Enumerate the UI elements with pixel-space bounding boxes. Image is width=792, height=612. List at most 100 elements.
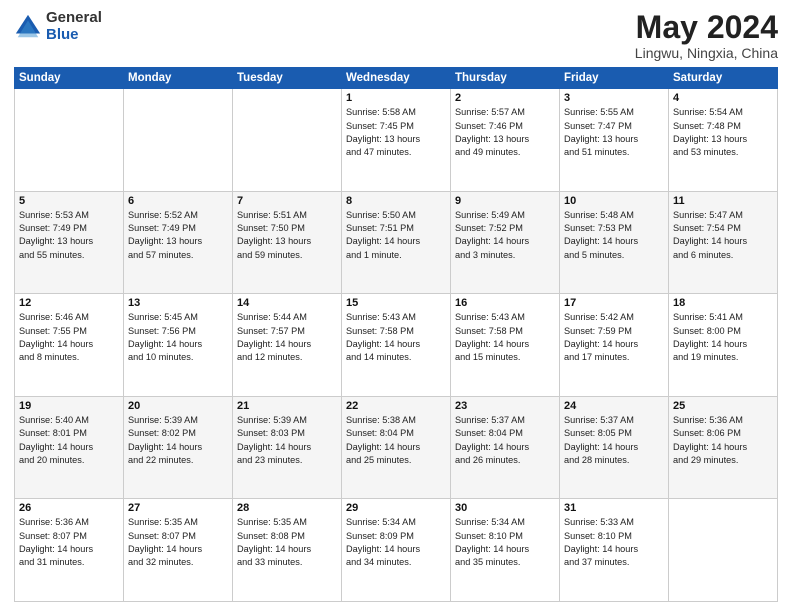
table-cell: 9Sunrise: 5:49 AM Sunset: 7:52 PM Daylig… [451,191,560,294]
day-number: 14 [237,297,337,309]
day-number: 7 [237,195,337,207]
table-cell [233,89,342,192]
logo-text: General Blue [46,10,102,43]
logo-icon [14,13,42,41]
table-cell: 5 Sunrise: 5:53 AM Sunset: 7:49 PM Daylig… [15,191,124,294]
col-thursday: Thursday [451,68,560,89]
day-number: 2 [455,92,555,104]
table-cell: 17 Sunrise: 5:42 AM Sunset: 7:59 PM Dayli… [560,294,669,397]
table-cell [124,89,233,192]
col-wednesday: Wednesday [342,68,451,89]
table-cell: 15Sunrise: 5:43 AM Sunset: 7:58 PM Dayli… [342,294,451,397]
day-number: 30 [455,502,555,514]
table-row: 5 Sunrise: 5:53 AM Sunset: 7:49 PM Daylig… [15,191,778,294]
day-info: Sunrise: 5:35 AM Sunset: 8:07 PM Dayligh… [128,516,228,569]
table-cell: 23 Sunrise: 5:37 AM Sunset: 8:04 PM Dayli… [451,396,560,499]
col-saturday: Saturday [669,68,778,89]
day-number: 21 [237,400,337,412]
day-info: Sunrise: 5:51 AM Sunset: 7:50 PM Dayligh… [237,209,337,262]
day-number: 31 [564,502,664,514]
day-info: Sunrise: 5:55 AM Sunset: 7:47 PM Dayligh… [564,106,664,159]
table-cell: 8 Sunrise: 5:50 AM Sunset: 7:51 PM Daylig… [342,191,451,294]
col-sunday: Sunday [15,68,124,89]
table-cell: 12 Sunrise: 5:46 AM Sunset: 7:55 PM Dayli… [15,294,124,397]
day-number: 17 [564,297,664,309]
day-info: Sunrise: 5:35 AM Sunset: 8:08 PM Dayligh… [237,516,337,569]
table-cell: 7 Sunrise: 5:51 AM Sunset: 7:50 PM Daylig… [233,191,342,294]
day-number: 5 [19,195,119,207]
day-number: 29 [346,502,446,514]
day-info: Sunrise: 5:36 AM Sunset: 8:06 PM Dayligh… [673,414,773,467]
day-number: 12 [19,297,119,309]
calendar-title: May 2024 [635,10,778,45]
day-info: Sunrise: 5:48 AM Sunset: 7:53 PM Dayligh… [564,209,664,262]
table-cell: 24 Sunrise: 5:37 AM Sunset: 8:05 PM Dayli… [560,396,669,499]
day-number: 1 [346,92,446,104]
day-info: Sunrise: 5:37 AM Sunset: 8:04 PM Dayligh… [455,414,555,467]
day-info: Sunrise: 5:34 AM Sunset: 8:09 PM Dayligh… [346,516,446,569]
col-monday: Monday [124,68,233,89]
title-block: May 2024 Lingwu, Ningxia, China [635,10,778,61]
day-info: Sunrise: 5:39 AM Sunset: 8:03 PM Dayligh… [237,414,337,467]
day-info: Sunrise: 5:50 AM Sunset: 7:51 PM Dayligh… [346,209,446,262]
day-info: Sunrise: 5:42 AM Sunset: 7:59 PM Dayligh… [564,311,664,364]
day-number: 18 [673,297,773,309]
day-info: Sunrise: 5:37 AM Sunset: 8:05 PM Dayligh… [564,414,664,467]
day-number: 23 [455,400,555,412]
table-cell: 2 Sunrise: 5:57 AM Sunset: 7:46 PM Daylig… [451,89,560,192]
table-cell: 21 Sunrise: 5:39 AM Sunset: 8:03 PM Dayli… [233,396,342,499]
table-cell: 25 Sunrise: 5:36 AM Sunset: 8:06 PM Dayli… [669,396,778,499]
day-number: 8 [346,195,446,207]
day-info: Sunrise: 5:54 AM Sunset: 7:48 PM Dayligh… [673,106,773,159]
day-number: 19 [19,400,119,412]
table-row: 1 Sunrise: 5:58 AM Sunset: 7:45 PM Daylig… [15,89,778,192]
day-info: Sunrise: 5:43 AM Sunset: 7:58 PM Dayligh… [455,311,555,364]
table-cell: 1 Sunrise: 5:58 AM Sunset: 7:45 PM Daylig… [342,89,451,192]
day-info: Sunrise: 5:33 AM Sunset: 8:10 PM Dayligh… [564,516,664,569]
day-info: Sunrise: 5:53 AM Sunset: 7:49 PM Dayligh… [19,209,119,262]
day-number: 26 [19,502,119,514]
day-number: 22 [346,400,446,412]
table-cell: 4Sunrise: 5:54 AM Sunset: 7:48 PM Daylig… [669,89,778,192]
day-info: Sunrise: 5:49 AM Sunset: 7:52 PM Dayligh… [455,209,555,262]
day-info: Sunrise: 5:58 AM Sunset: 7:45 PM Dayligh… [346,106,446,159]
day-info: Sunrise: 5:43 AM Sunset: 7:58 PM Dayligh… [346,311,446,364]
table-cell: 26 Sunrise: 5:36 AM Sunset: 8:07 PM Dayli… [15,499,124,602]
day-info: Sunrise: 5:57 AM Sunset: 7:46 PM Dayligh… [455,106,555,159]
day-info: Sunrise: 5:40 AM Sunset: 8:01 PM Dayligh… [19,414,119,467]
table-cell: 11Sunrise: 5:47 AM Sunset: 7:54 PM Dayli… [669,191,778,294]
day-number: 28 [237,502,337,514]
day-number: 10 [564,195,664,207]
table-cell [669,499,778,602]
day-number: 27 [128,502,228,514]
table-cell: 31 Sunrise: 5:33 AM Sunset: 8:10 PM Dayli… [560,499,669,602]
table-cell [15,89,124,192]
day-number: 25 [673,400,773,412]
day-number: 13 [128,297,228,309]
logo: General Blue [14,10,102,43]
table-cell: 18Sunrise: 5:41 AM Sunset: 8:00 PM Dayli… [669,294,778,397]
day-number: 3 [564,92,664,104]
day-info: Sunrise: 5:34 AM Sunset: 8:10 PM Dayligh… [455,516,555,569]
table-cell: 22Sunrise: 5:38 AM Sunset: 8:04 PM Dayli… [342,396,451,499]
table-row: 12 Sunrise: 5:46 AM Sunset: 7:55 PM Dayli… [15,294,778,397]
day-info: Sunrise: 5:46 AM Sunset: 7:55 PM Dayligh… [19,311,119,364]
table-cell: 27 Sunrise: 5:35 AM Sunset: 8:07 PM Dayli… [124,499,233,602]
day-number: 6 [128,195,228,207]
table-cell: 10 Sunrise: 5:48 AM Sunset: 7:53 PM Dayli… [560,191,669,294]
day-number: 16 [455,297,555,309]
day-number: 24 [564,400,664,412]
table-cell: 28 Sunrise: 5:35 AM Sunset: 8:08 PM Dayli… [233,499,342,602]
day-info: Sunrise: 5:39 AM Sunset: 8:02 PM Dayligh… [128,414,228,467]
day-info: Sunrise: 5:36 AM Sunset: 8:07 PM Dayligh… [19,516,119,569]
day-info: Sunrise: 5:44 AM Sunset: 7:57 PM Dayligh… [237,311,337,364]
table-cell: 3 Sunrise: 5:55 AM Sunset: 7:47 PM Daylig… [560,89,669,192]
col-tuesday: Tuesday [233,68,342,89]
day-info: Sunrise: 5:45 AM Sunset: 7:56 PM Dayligh… [128,311,228,364]
calendar-table: Sunday Monday Tuesday Wednesday Thursday… [14,67,778,602]
table-cell: 6Sunrise: 5:52 AM Sunset: 7:49 PM Daylig… [124,191,233,294]
table-row: 26 Sunrise: 5:36 AM Sunset: 8:07 PM Dayli… [15,499,778,602]
table-cell: 29 Sunrise: 5:34 AM Sunset: 8:09 PM Dayli… [342,499,451,602]
table-cell: 14 Sunrise: 5:44 AM Sunset: 7:57 PM Dayli… [233,294,342,397]
table-cell: 30 Sunrise: 5:34 AM Sunset: 8:10 PM Dayli… [451,499,560,602]
